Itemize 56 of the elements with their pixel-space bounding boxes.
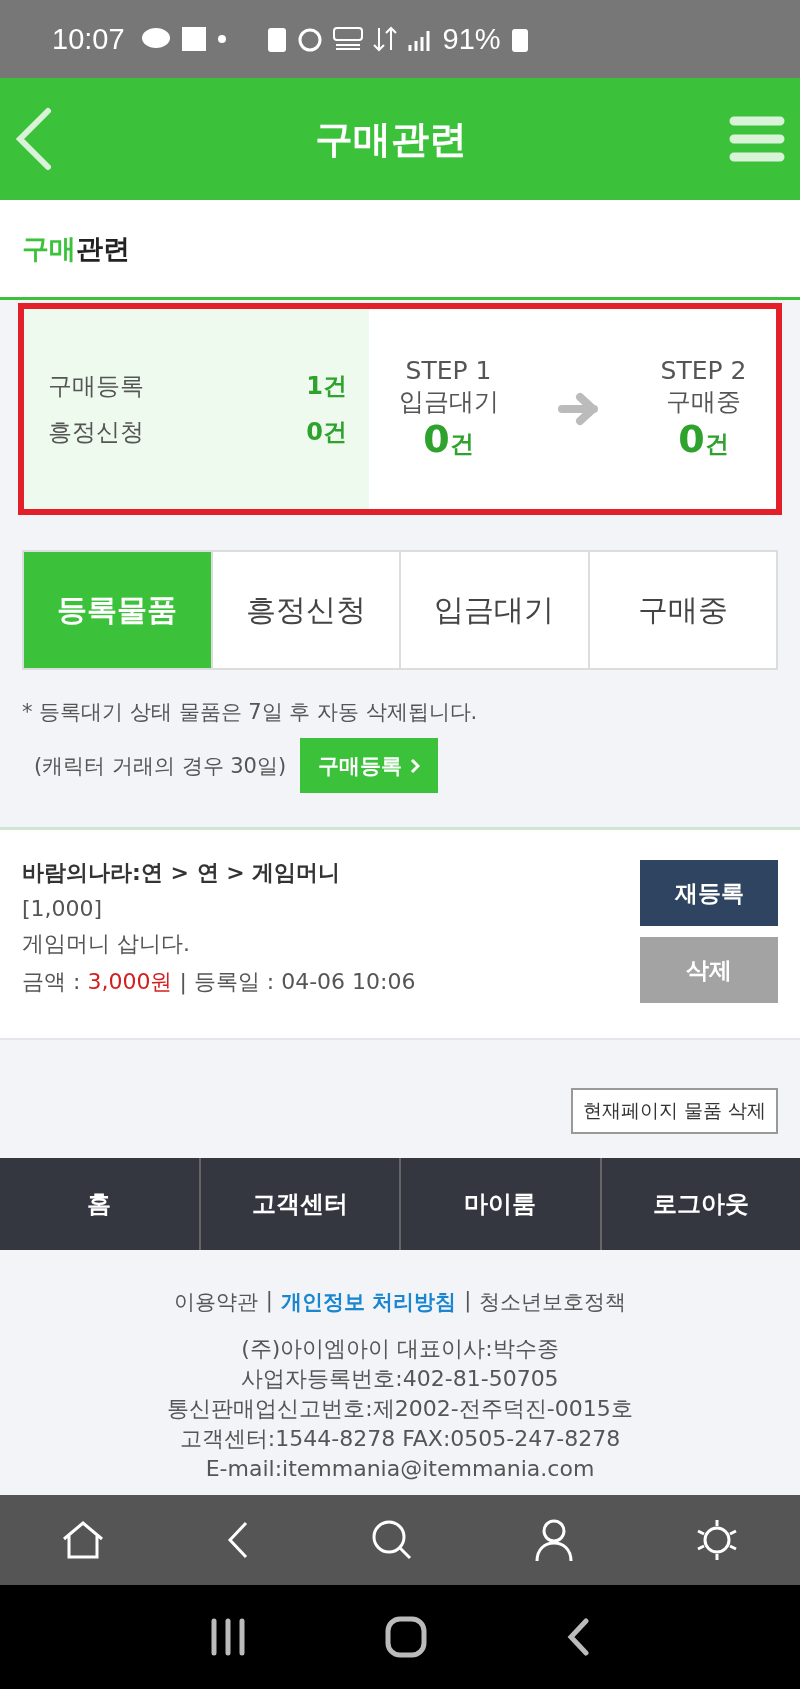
company-info: 통신판매업신고번호:제2002-전주덕진-0015호 [167,1395,633,1423]
back-button[interactable] [225,1520,250,1560]
search-icon [370,1519,413,1561]
home-button[interactable] [385,1616,427,1658]
footer-nav-item[interactable]: 홈 [0,1158,199,1250]
footer-nav-item[interactable]: 고객센터 [198,1158,399,1250]
notice-text: (캐릭터 거래의 경우 30일) [34,752,287,780]
notice-text: * 등록대기 상태 물품은 7일 후 자동 삭제됩니다. [22,699,479,726]
recent-apps-icon [209,1618,246,1656]
person-icon [534,1519,575,1561]
footer-link[interactable]: 이용약관 [173,1288,258,1316]
step-number: STEP 1 [405,354,492,387]
page-title: 구매관련 [22,231,130,266]
count-label: 흥정신청 [48,417,144,448]
chevron-left-icon [14,107,54,171]
company-info: E-mail:itemmania@itemmania.com [205,1455,595,1483]
back-button[interactable] [566,1618,591,1656]
step-label: 구매중 [666,386,741,418]
company-info: 고객센터:1544-8278 FAX:0505-247-8278 [179,1425,621,1453]
chevron-right-icon [410,757,421,774]
delete-page-items-button[interactable]: 현재페이지 물품 삭제 [570,1088,778,1134]
item-price-date: 금액 : 3,000원 | 등록일 : 04-06 10:06 [22,968,416,997]
separator: | [464,1288,472,1315]
company-info: (주)아이엠아이 대표이사:박수종 [241,1335,559,1363]
step-count: 0건 [678,417,729,464]
reregister-button[interactable]: 재등록 [640,860,778,926]
home-button[interactable] [60,1520,105,1560]
account-button[interactable] [534,1519,575,1561]
count-label: 구매등록 [48,371,144,402]
step-label: 입금대기 [398,386,499,418]
battery-percent: 91% [442,22,501,56]
item-description: 게임머니 삽니다. [22,930,191,958]
count-value: 0건 [306,417,347,448]
chevron-left-icon [225,1520,250,1560]
battery-saver-icon [266,25,287,53]
recent-apps-button[interactable] [209,1618,246,1656]
company-info: 사업자등록번호:402-81-50705 [241,1365,559,1393]
step-count: 0건 [423,417,474,464]
separator: | [265,1288,273,1315]
footer-nav-item[interactable]: 마이룸 [399,1158,600,1250]
clock-time: 10:07 [52,22,125,56]
dot-icon [216,34,227,44]
header-title: 구매관련 [315,115,467,163]
footer-link[interactable]: 청소년보호정책 [479,1288,627,1316]
rounded-square-icon [385,1616,427,1658]
chevron-left-icon [566,1618,591,1656]
footer-link[interactable]: 개인정보 처리방침 [280,1288,457,1316]
count-value: 1건 [306,371,347,402]
footer-nav-item[interactable]: 로그아웃 [599,1158,800,1250]
search-button[interactable] [370,1519,413,1561]
item-title: 바람의나라:연 > 연 > 게임머니 [22,859,342,887]
item-quantity: [1,000] [22,896,104,921]
menu-icon [728,115,786,163]
home-icon [60,1520,105,1560]
lte-signal-icon [372,26,397,52]
step-number: STEP 2 [660,354,747,387]
